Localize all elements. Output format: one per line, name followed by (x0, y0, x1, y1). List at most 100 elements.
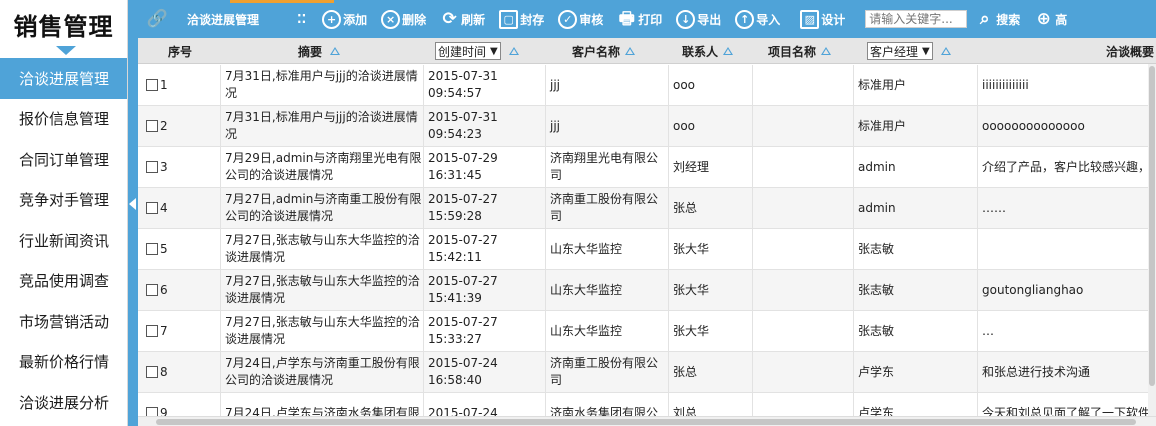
table-row[interactable]: 6 7月27日,张志敏与山东大华监控的洽谈进展情况 2015-07-27 15:41:… (138, 270, 1156, 311)
header-project[interactable]: 项目名称 (768, 38, 832, 64)
manager-cell: 卢学东 (854, 352, 978, 392)
header-summary[interactable]: 摘要 (298, 38, 341, 64)
sort-icon[interactable] (723, 47, 734, 55)
export-button[interactable]: ↓ 导出 (676, 9, 721, 29)
search-input[interactable] (865, 10, 968, 28)
sidebar-item[interactable]: 洽谈进展管理 (0, 58, 127, 99)
sidebar-item[interactable]: 洽谈进展分析 (0, 382, 127, 423)
header-created-time[interactable]: 创建时间 ▼ (435, 38, 519, 64)
summary-text[interactable]: 7月31日,标准用户与jjj的洽谈进展情况 (225, 68, 423, 102)
header-customer[interactable]: 客户名称 (572, 38, 636, 64)
sort-icon[interactable] (821, 47, 832, 55)
overview-text: 介绍了产品，客户比较感兴趣， (982, 159, 1151, 174)
sort-icon[interactable] (940, 47, 951, 55)
print-button[interactable]: 🖶 打印 (617, 10, 663, 29)
table-row[interactable]: 3 7月29日,admin与济南翔里光电有限公司的洽谈进展情况 2015-07-29… (138, 147, 1156, 188)
row-checkbox[interactable] (146, 202, 158, 214)
header-project-label: 项目名称 (768, 44, 817, 59)
add-button[interactable]: + 添加 (322, 9, 368, 29)
table-row[interactable]: 5 7月27日,张志敏与山东大华监控的洽谈进展情况 2015-07-27 15:42:… (138, 229, 1156, 270)
overview-cell: …… (978, 188, 1156, 228)
row-checkbox[interactable] (146, 120, 158, 132)
row-checkbox[interactable] (146, 284, 158, 296)
row-checkbox[interactable] (146, 161, 158, 173)
drag-handle-icon[interactable]: ⁚⁚ (297, 12, 306, 26)
manager-select[interactable]: 客户经理 ▼ (867, 42, 933, 60)
seal-button[interactable]: ▢ 封存 (499, 9, 545, 29)
overview-cell (978, 229, 1156, 269)
manager-cell: 标准用户 (854, 65, 978, 105)
table-row[interactable]: 4 7月27日,admin与济南重工股份有限公司的洽谈进展情况 2015-07-27… (138, 188, 1156, 229)
import-button[interactable]: ↑ 导入 (735, 9, 780, 29)
table-row[interactable]: 7 7月27日,张志敏与山东大华监控的洽谈进展情况 2015-07-27 15:33:… (138, 311, 1156, 352)
sidebar-item[interactable]: 竞争对手管理 (0, 180, 127, 221)
row-checkbox[interactable] (146, 325, 158, 337)
delete-button[interactable]: × 删除 (381, 9, 426, 29)
sidebar-item[interactable]: 合同订单管理 (0, 139, 127, 180)
sidebar-collapse-bar[interactable] (128, 0, 138, 426)
table-row[interactable]: 8 7月24日,卢学东与济南重工股份有限公司的洽谈进展情况 2015-07-24 16… (138, 352, 1156, 393)
seal-label: 封存 (520, 12, 545, 27)
collapse-arrow-icon[interactable] (129, 198, 136, 210)
sort-icon[interactable] (625, 47, 636, 55)
table-row[interactable]: 2 7月31日,标准用户与jjj的洽谈进展情况 2015-07-31 09:54:23… (138, 106, 1156, 147)
contact-text: 张大华 (673, 241, 710, 256)
add-label: 添加 (343, 12, 368, 27)
customer-text: 济南重工股份有限公司 (550, 192, 659, 223)
header-seq[interactable]: 序号 (168, 38, 192, 64)
summary-text[interactable]: 7月27日,admin与济南重工股份有限公司的洽谈进展情况 (225, 191, 423, 225)
plus-icon: + (322, 9, 342, 29)
sidebar-title: 销售管理 (13, 12, 114, 41)
manager-text: 标准用户 (858, 118, 907, 133)
row-select-cell: 8 (138, 352, 221, 392)
sidebar: 销售管理 洽谈进展管理 报价信息管理 合同订单管理 竞争对手管理 行业新闻资讯 竞品使用调… (0, 0, 128, 426)
customer-cell: 济南重工股份有限公司 (546, 188, 669, 228)
search-label: 搜索 (996, 12, 1021, 27)
sidebar-item[interactable]: 市场营销活动 (0, 301, 127, 342)
sidebar-item[interactable]: 最新价格行情 (0, 342, 127, 383)
created-time-cell: 2015-07-27 15:33:27 (424, 311, 546, 351)
search-icon: ⌕ (980, 8, 990, 29)
summary-text[interactable]: 7月27日,张志敏与山东大华监控的洽谈进展情况 (225, 232, 423, 266)
sidebar-item[interactable]: 竞品使用调查 (0, 261, 127, 302)
created-time-cell: 2015-07-29 16:31:45 (424, 147, 546, 187)
vertical-scroll-thumb[interactable] (1149, 66, 1155, 386)
toolbar-accent-bar (230, 0, 334, 3)
refresh-button[interactable]: ⟳ 刷新 (440, 10, 486, 29)
summary-text[interactable]: 7月27日,张志敏与山东大华监控的洽谈进展情况 (225, 314, 423, 348)
toolbar: 🔗 洽谈进展管理 ⁚⁚ + 添加 × 删除 ⟳ 刷新 ▢ 封存 ✓ 审核 🖶 打印 ↓ 导出 … (138, 0, 1156, 38)
created-clock: 09:54:57 (428, 86, 482, 100)
sidebar-menu: 洽谈进展管理 报价信息管理 合同订单管理 竞争对手管理 行业新闻资讯 竞品使用调查 市场营销… (0, 58, 127, 423)
design-button[interactable]: ▨ 设计 (800, 9, 845, 29)
summary-text[interactable]: 7月24日,卢学东与济南重工股份有限公司的洽谈进展情况 (225, 355, 423, 389)
summary-text[interactable]: 7月29日,admin与济南翔里光电有限公司的洽谈进展情况 (225, 150, 423, 184)
contact-cell: 张总 (669, 352, 753, 392)
sidebar-item[interactable]: 行业新闻资讯 (0, 220, 127, 261)
row-checkbox[interactable] (146, 79, 158, 91)
table-row[interactable]: 1 7月31日,标准用户与jjj的洽谈进展情况 2015-07-31 09:54:57… (138, 65, 1156, 106)
created-clock: 15:33:27 (428, 332, 482, 346)
created-clock: 15:41:39 (428, 291, 482, 305)
header-customer-label: 客户名称 (572, 44, 621, 59)
header-manager[interactable]: 客户经理 ▼ (867, 38, 951, 64)
row-checkbox[interactable] (146, 243, 158, 255)
row-seq: 1 (160, 77, 168, 92)
advanced-search-button[interactable]: ⊕ 高 (1034, 10, 1068, 29)
summary-text[interactable]: 7月27日,张志敏与山东大华监控的洽谈进展情况 (225, 273, 423, 307)
summary-text[interactable]: 7月31日,标准用户与jjj的洽谈进展情况 (225, 109, 423, 143)
horizontal-scroll-thumb[interactable] (156, 419, 1136, 425)
header-contact[interactable]: 联系人 (682, 38, 734, 64)
sort-icon[interactable] (508, 47, 519, 55)
sort-icon[interactable] (330, 47, 341, 55)
search-button[interactable]: ⌕ 搜索 (975, 10, 1020, 29)
row-seq: 7 (160, 323, 168, 338)
created-time-select-value: 创建时间 (438, 44, 487, 59)
vertical-scrollbar[interactable] (1148, 64, 1156, 416)
row-checkbox[interactable] (146, 366, 158, 378)
row-seq: 2 (160, 118, 168, 133)
sidebar-item[interactable]: 报价信息管理 (0, 99, 127, 140)
review-button[interactable]: ✓ 审核 (558, 9, 603, 29)
created-time-select[interactable]: 创建时间 ▼ (435, 42, 501, 60)
horizontal-scrollbar[interactable] (138, 416, 1156, 426)
header-overview[interactable]: 洽谈概要 (1106, 38, 1154, 64)
